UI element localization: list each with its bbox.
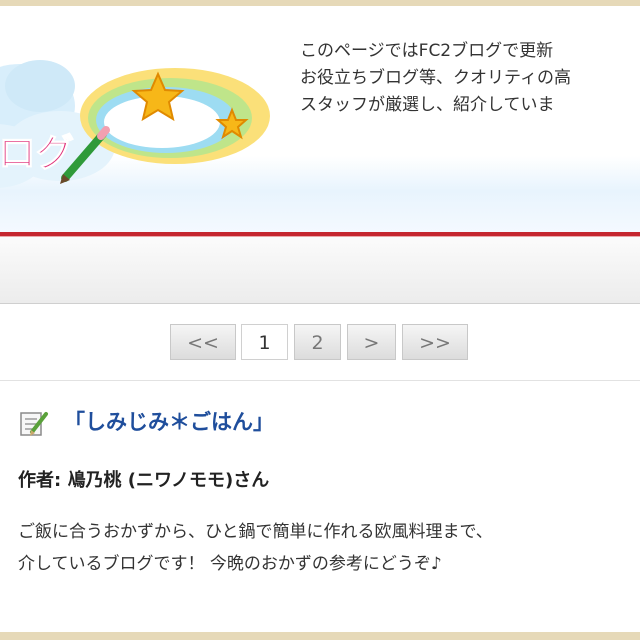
rainbow-swoosh-icon xyxy=(80,68,270,164)
pager-next-button[interactable]: > xyxy=(347,324,396,360)
post-title-link[interactable]: 「しみじみ＊ごはん」 xyxy=(64,406,274,436)
logo-text: ログ xyxy=(0,131,74,175)
pager-page-1[interactable]: 1 xyxy=(241,324,288,360)
site-logo[interactable]: ログ xyxy=(0,6,300,206)
header-intro-line: お役立ちブログ等、クオリティの高 xyxy=(300,68,571,88)
pager-first-button[interactable]: << xyxy=(170,324,236,360)
page-frame: ログ このページではFC2ブログで更新 お役立ちブログ等、クオリティの高 スタッ… xyxy=(0,6,640,632)
post-author: 作者: 鳰乃桃 (ニワノモモ)さん xyxy=(18,470,270,491)
site-header: ログ このページではFC2ブログで更新 お役立ちブログ等、クオリティの高 スタッ… xyxy=(0,6,640,232)
navigation-bar xyxy=(0,237,640,304)
pager-last-button[interactable]: >> xyxy=(402,324,468,360)
post-description: ご飯に合うおかずから、ひと鍋で簡単に作れる欧風料理まで、 介しているブログです！… xyxy=(18,516,640,580)
header-intro: このページではFC2ブログで更新 お役立ちブログ等、クオリティの高 スタッフが厳… xyxy=(300,38,640,119)
header-intro-line: スタッフが厳選し、紹介していま xyxy=(300,95,555,115)
edit-note-icon xyxy=(20,412,48,436)
post-description-line: ご飯に合うおかずから、ひと鍋で簡単に作れる欧風料理まで、 xyxy=(18,522,493,542)
section-divider xyxy=(0,380,640,381)
post-description-line: 介しているブログです！ 今晩のおかずの参考にどうぞ♪ xyxy=(18,554,442,574)
pager-page-2[interactable]: 2 xyxy=(294,324,341,360)
pagination: << 1 2 > >> xyxy=(0,324,640,364)
header-intro-line: このページではFC2ブログで更新 xyxy=(300,41,554,61)
